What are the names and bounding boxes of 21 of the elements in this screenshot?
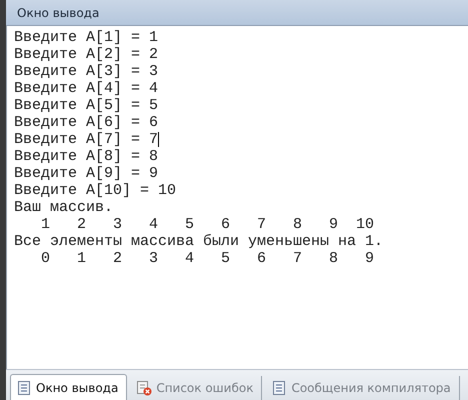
console-line: Все элементы массива были уменьшены на 1. [14, 233, 384, 250]
console-line: Введите A[1] = 1 [14, 29, 158, 46]
document-icon [271, 380, 288, 396]
console-line: Введите A[9] = 9 [14, 165, 158, 182]
window-title: Окно вывода [17, 6, 100, 20]
console-line: Введите A[3] = 3 [14, 63, 158, 80]
console-line: Введите A[2] = 2 [14, 46, 158, 63]
console-line: 1 2 3 4 5 6 7 8 9 10 [40, 216, 374, 233]
console-line: Введите A[8] = 8 [14, 148, 158, 165]
console-line: Введите A[5] = 5 [14, 97, 158, 114]
console-line: Ваш массив. [14, 199, 114, 216]
console-line: Введите A[4] = 4 [14, 80, 158, 97]
error-list-icon [136, 380, 152, 396]
console-line: Введите A[10] = 10 [14, 182, 176, 199]
console-line: Введите A[6] = 6 [14, 114, 158, 131]
document-icon [16, 380, 32, 396]
tab[interactable]: Список ошибок [131, 376, 262, 400]
tab[interactable]: Окно вывода [10, 374, 128, 400]
tab[interactable]: Сообщения компилятора [266, 376, 460, 400]
console-line: Введите A[7] = 7 [14, 131, 158, 148]
console-line: 0 1 2 3 4 5 6 7 8 9 [40, 250, 374, 267]
